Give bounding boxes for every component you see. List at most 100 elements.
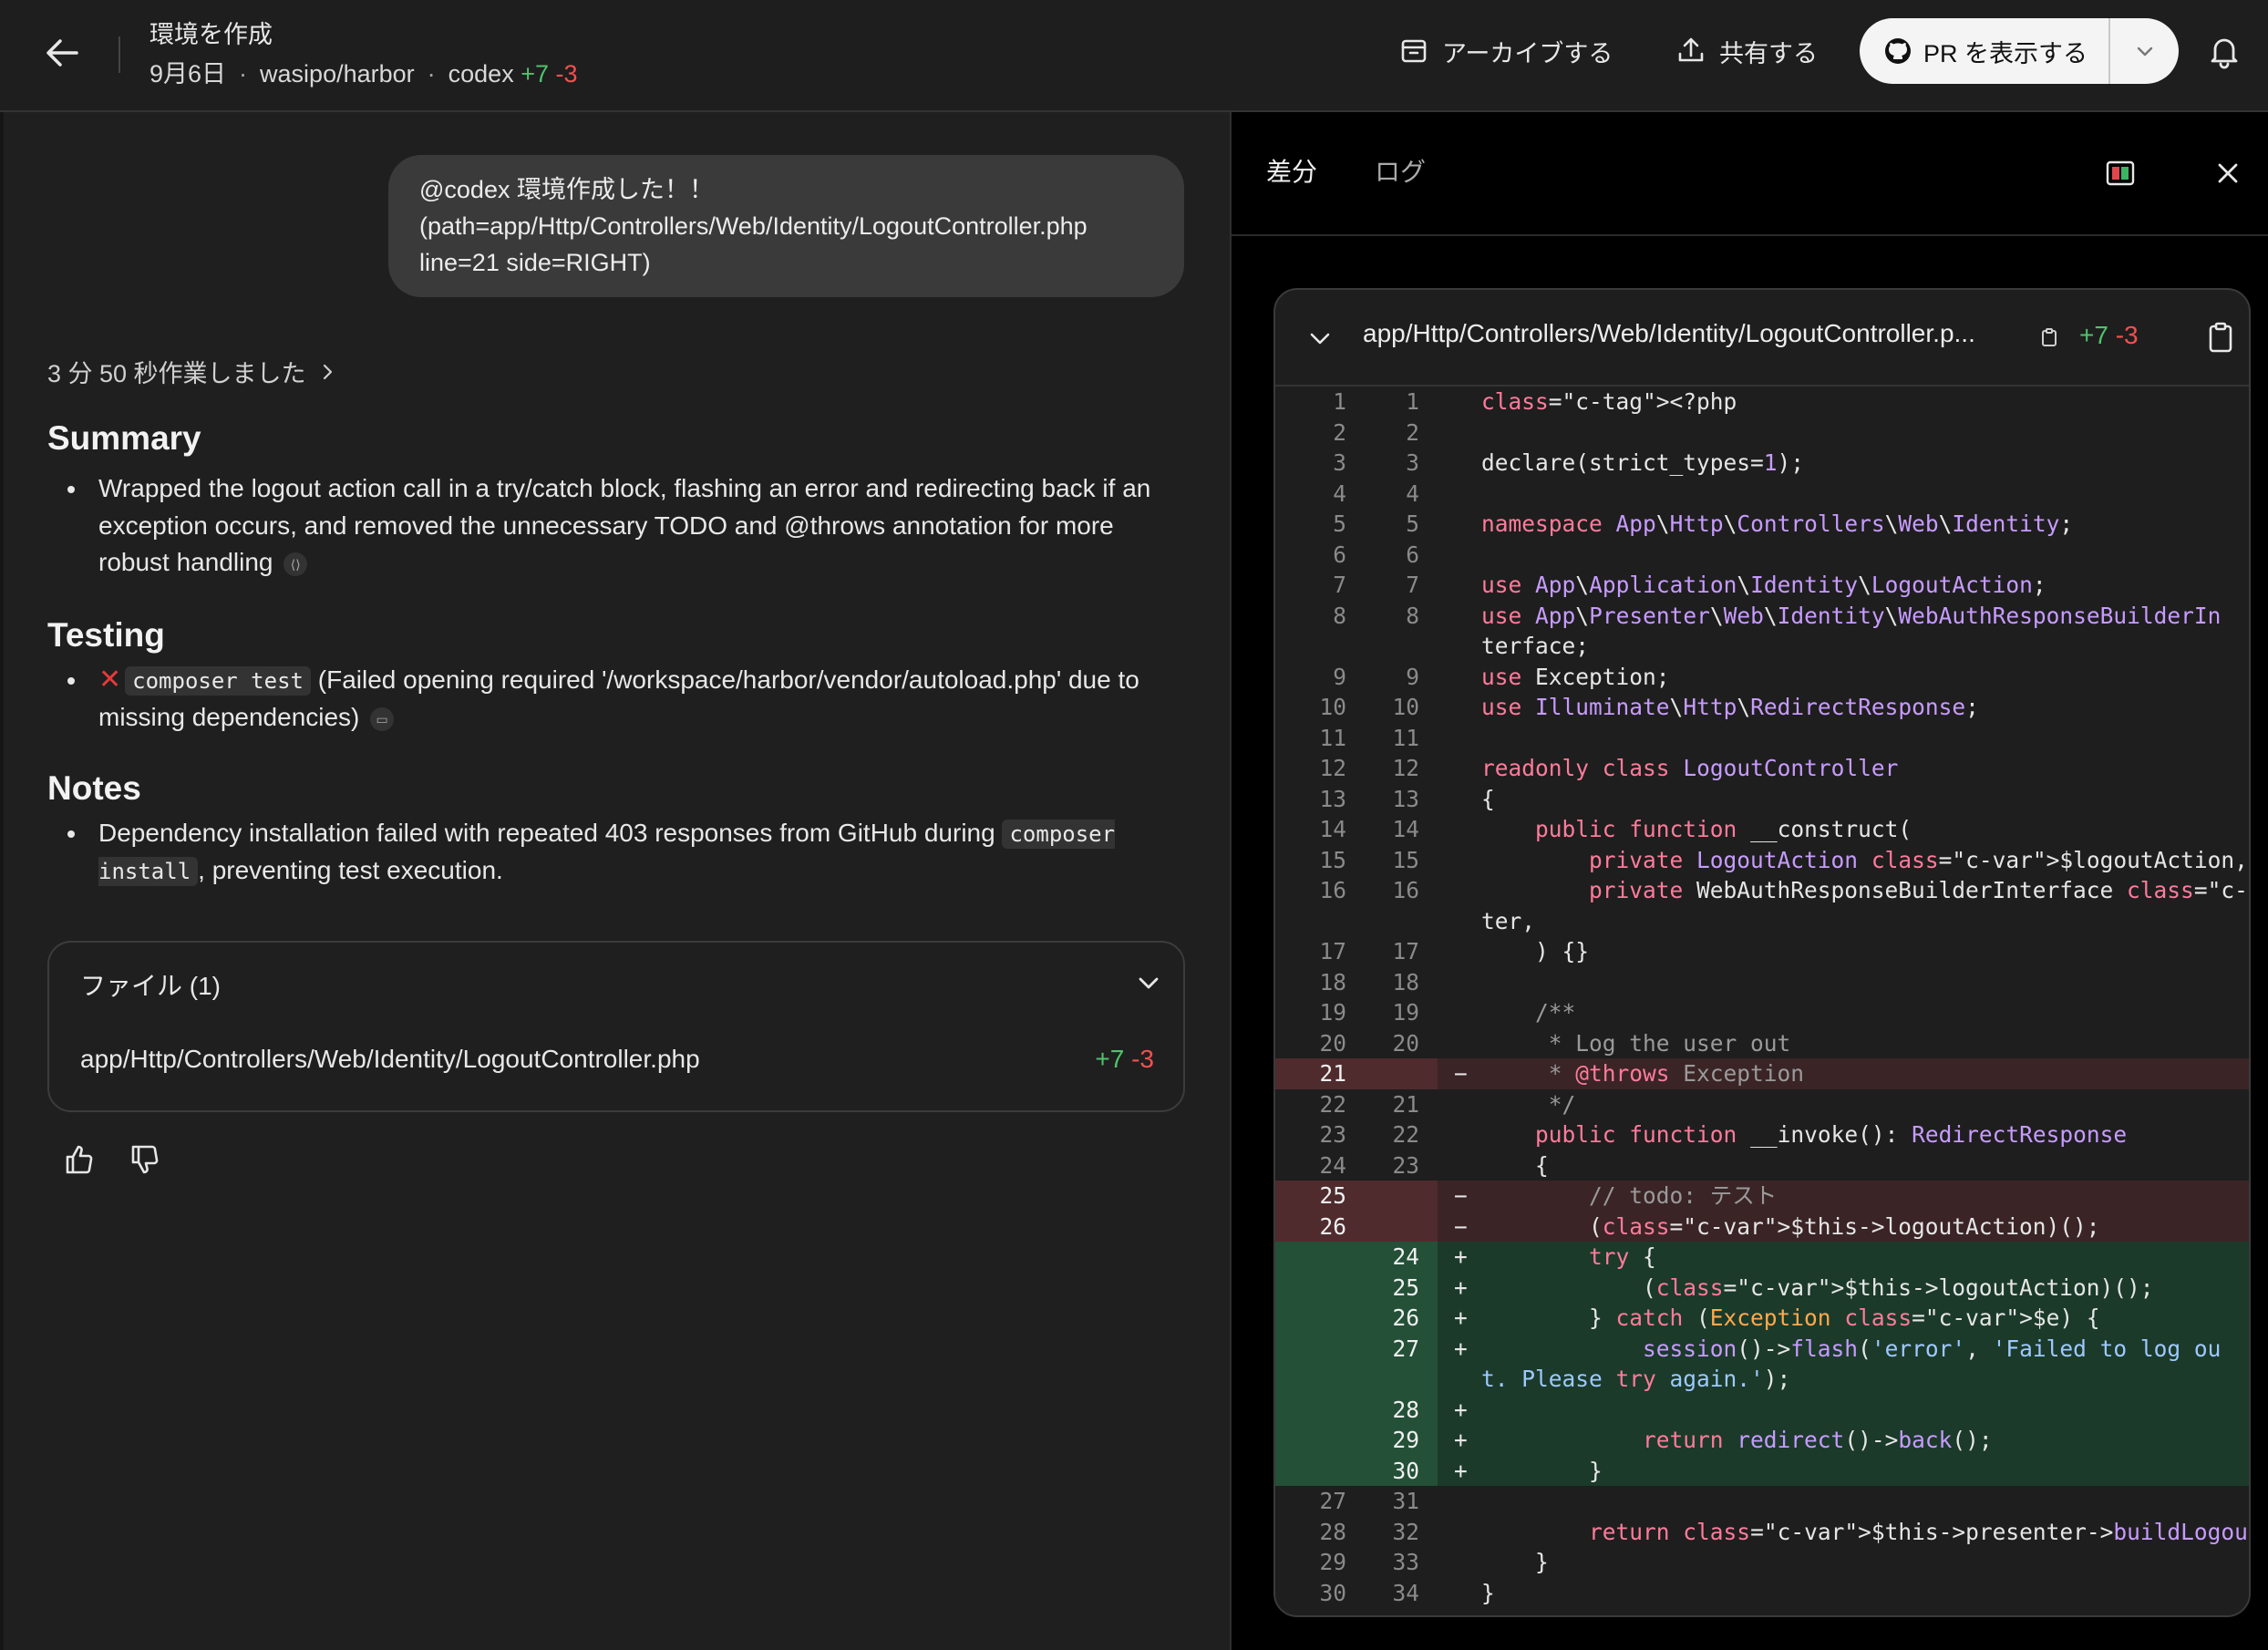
old-line-number: 29 xyxy=(1319,1549,1346,1575)
citation-icon[interactable]: ⟨⟩ xyxy=(284,552,308,576)
line-gutter: 27 31 xyxy=(1275,1486,1438,1517)
diff-pane: 差分 ログ app/Http/Controllers/Web/Identity/… xyxy=(1232,112,2268,1650)
diff-line-added[interactable]: 27 + session()->flash('error', 'Failed to… xyxy=(1275,1333,2249,1364)
diff-sign: + xyxy=(1454,1305,1468,1331)
diff-line[interactable]: 20 20 * Log the user out xyxy=(1275,1028,2249,1059)
work-duration-label: 3 分 50 秒作業しました xyxy=(47,360,306,387)
diff-line[interactable]: 22 21 */ xyxy=(1275,1089,2249,1120)
diff-line[interactable]: 10 10 use Illuminate\Http\RedirectResponse… xyxy=(1275,692,2249,723)
task-date: 9月6日 xyxy=(149,60,227,88)
pr-dropdown-button[interactable] xyxy=(2110,18,2179,84)
diff-line-removed[interactable]: 25 − // todo: テスト xyxy=(1275,1181,2249,1212)
diff-line[interactable]: 19 19 /** xyxy=(1275,997,2249,1028)
terminal-citation-icon[interactable]: ▭ xyxy=(370,706,395,731)
diff-line[interactable]: 9 9 use Exception; xyxy=(1275,662,2249,693)
diff-line[interactable]: 3 3 declare(strict_types=1); xyxy=(1275,448,2249,479)
close-icon[interactable] xyxy=(2212,158,2243,189)
new-line-number: 13 xyxy=(1392,785,1419,812)
code-text: (class="c-var">$this->logoutAction)(); xyxy=(1481,1212,2100,1240)
diff-line[interactable]: 22 xyxy=(1275,418,2249,449)
diff-line[interactable]: 28 32 return class="c-var">$this->present… xyxy=(1275,1517,2249,1548)
line-gutter: 19 19 xyxy=(1275,997,1438,1028)
old-line-number: 18 xyxy=(1319,968,1346,995)
thumbs-up-icon[interactable] xyxy=(62,1141,98,1178)
diff-line-added[interactable]: t. Please try again.'); xyxy=(1275,1364,2249,1395)
line-gutter: 28 xyxy=(1275,1394,1438,1425)
thumbs-down-icon[interactable] xyxy=(128,1141,164,1178)
file-deletions: -3 xyxy=(1131,1045,1154,1073)
diff-line[interactable]: 8 8 use App\Presenter\Web\Identity\WebAuth… xyxy=(1275,601,2249,632)
new-line-number: 20 xyxy=(1392,1029,1419,1057)
diff-additions: +7 xyxy=(2079,321,2108,349)
diff-line[interactable]: 27 31 xyxy=(1275,1486,2249,1517)
testing-heading: Testing xyxy=(47,615,165,654)
new-line-number: 22 xyxy=(1392,1121,1419,1148)
diff-line[interactable]: 66 xyxy=(1275,540,2249,571)
line-gutter: 29 33 xyxy=(1275,1547,1438,1578)
tab-diff[interactable]: 差分 xyxy=(1266,152,1317,189)
diff-line-removed[interactable]: 21 − * @throws Exception xyxy=(1275,1058,2249,1089)
files-header[interactable]: ファイル (1) xyxy=(80,966,221,1003)
new-line-number: 9 xyxy=(1406,663,1419,690)
line-gutter: 55 xyxy=(1275,509,1438,540)
testing-item: ✕ composer test (Failed opening required … xyxy=(47,662,1187,737)
diff-line[interactable]: 11 11 xyxy=(1275,723,2249,754)
diff-line[interactable]: 1 1 class="c-tag"><?php xyxy=(1275,387,2249,418)
new-line-number: 6 xyxy=(1406,541,1419,568)
feedback-buttons xyxy=(62,1141,164,1178)
line-gutter: 28 32 xyxy=(1275,1517,1438,1548)
back-arrow-icon[interactable] xyxy=(40,31,84,75)
work-duration-toggle[interactable]: 3 分 50 秒作業しました xyxy=(47,354,337,389)
clipboard-icon[interactable] xyxy=(2205,321,2236,354)
diff-line-added[interactable]: 28 + xyxy=(1275,1394,2249,1425)
old-line-number: 5 xyxy=(1333,510,1346,537)
archive-button[interactable]: アーカイブする xyxy=(1398,29,1613,73)
line-gutter: 25 xyxy=(1275,1272,1438,1303)
repo-name[interactable]: wasipo/harbor xyxy=(260,60,415,88)
code-text: (class="c-var">$this->logoutAction)(); xyxy=(1481,1274,2154,1301)
line-gutter: 22 21 xyxy=(1275,1089,1438,1120)
code-text: public function __construct( xyxy=(1535,816,1912,842)
notification-bell-icon[interactable] xyxy=(2206,33,2242,69)
diff-line[interactable]: 18 18 xyxy=(1275,967,2249,998)
diff-line[interactable]: terface; xyxy=(1275,631,2249,662)
diff-line[interactable]: 44 xyxy=(1275,479,2249,510)
chevron-down-icon[interactable] xyxy=(1306,325,1334,352)
view-pr-button[interactable]: PR を表示する xyxy=(1860,18,2108,84)
diff-line[interactable]: 16 16 private WebAuthResponseBuilderInter… xyxy=(1275,875,2249,906)
diff-line-added[interactable]: 29 + return redirect()->back(); xyxy=(1275,1425,2249,1456)
diff-line-added[interactable]: 30 + } xyxy=(1275,1455,2249,1486)
code-text: readonly class LogoutController xyxy=(1481,755,1899,781)
code-text: } xyxy=(1481,1579,1495,1606)
diff-line[interactable]: 14 14 public function __construct( xyxy=(1275,814,2249,845)
chevron-down-icon[interactable] xyxy=(1132,966,1165,999)
split-view-toggle-icon[interactable] xyxy=(2105,158,2136,189)
file-row[interactable]: app/Http/Controllers/Web/Identity/Logout… xyxy=(80,1045,1154,1074)
diff-line[interactable]: 23 22 public function __invoke(): Redirec… xyxy=(1275,1119,2249,1150)
diff-line[interactable]: 30 34} xyxy=(1275,1578,2249,1609)
diff-line-added[interactable]: 26 + } catch (Exception class="c-var">$e)… xyxy=(1275,1303,2249,1334)
diff-line[interactable]: 17 17 ) {} xyxy=(1275,936,2249,967)
diff-line[interactable]: 7 7 use App\Application\Identity\LogoutAct… xyxy=(1275,570,2249,601)
diff-line[interactable]: 5 5 namespace App\Http\Controllers\Web\Ide… xyxy=(1275,509,2249,540)
line-gutter: 21 xyxy=(1275,1058,1438,1089)
diff-line-added[interactable]: 24 + try { xyxy=(1275,1242,2249,1273)
old-line-number: 9 xyxy=(1333,663,1346,690)
diff-line[interactable]: 29 33 } xyxy=(1275,1547,2249,1578)
testing-section: Testing ✕ composer test (Failed opening r… xyxy=(47,609,1187,737)
diff-line[interactable]: 24 23 { xyxy=(1275,1150,2249,1181)
copy-path-icon[interactable] xyxy=(2039,326,2059,348)
new-line-number: 11 xyxy=(1392,724,1419,751)
test-command: composer test xyxy=(125,665,311,696)
diff-line[interactable]: 13 13 { xyxy=(1275,784,2249,815)
share-button[interactable]: 共有する xyxy=(1675,29,1818,73)
diff-line[interactable]: ter, xyxy=(1275,906,2249,937)
agent-name: codex xyxy=(448,60,514,88)
tab-log[interactable]: ログ xyxy=(1375,152,1426,189)
diff-line[interactable]: 15 15 private LogoutAction class="c-var">… xyxy=(1275,845,2249,876)
diff-line-added[interactable]: 25 + (class="c-var">$this->logoutAction)(… xyxy=(1275,1272,2249,1303)
code-text: */ xyxy=(1481,1090,1576,1118)
line-gutter: 99 xyxy=(1275,662,1438,693)
diff-line-removed[interactable]: 26 − (class="c-var">$this->logoutAction)(… xyxy=(1275,1211,2249,1242)
diff-line[interactable]: 12 12 readonly class LogoutController xyxy=(1275,753,2249,784)
